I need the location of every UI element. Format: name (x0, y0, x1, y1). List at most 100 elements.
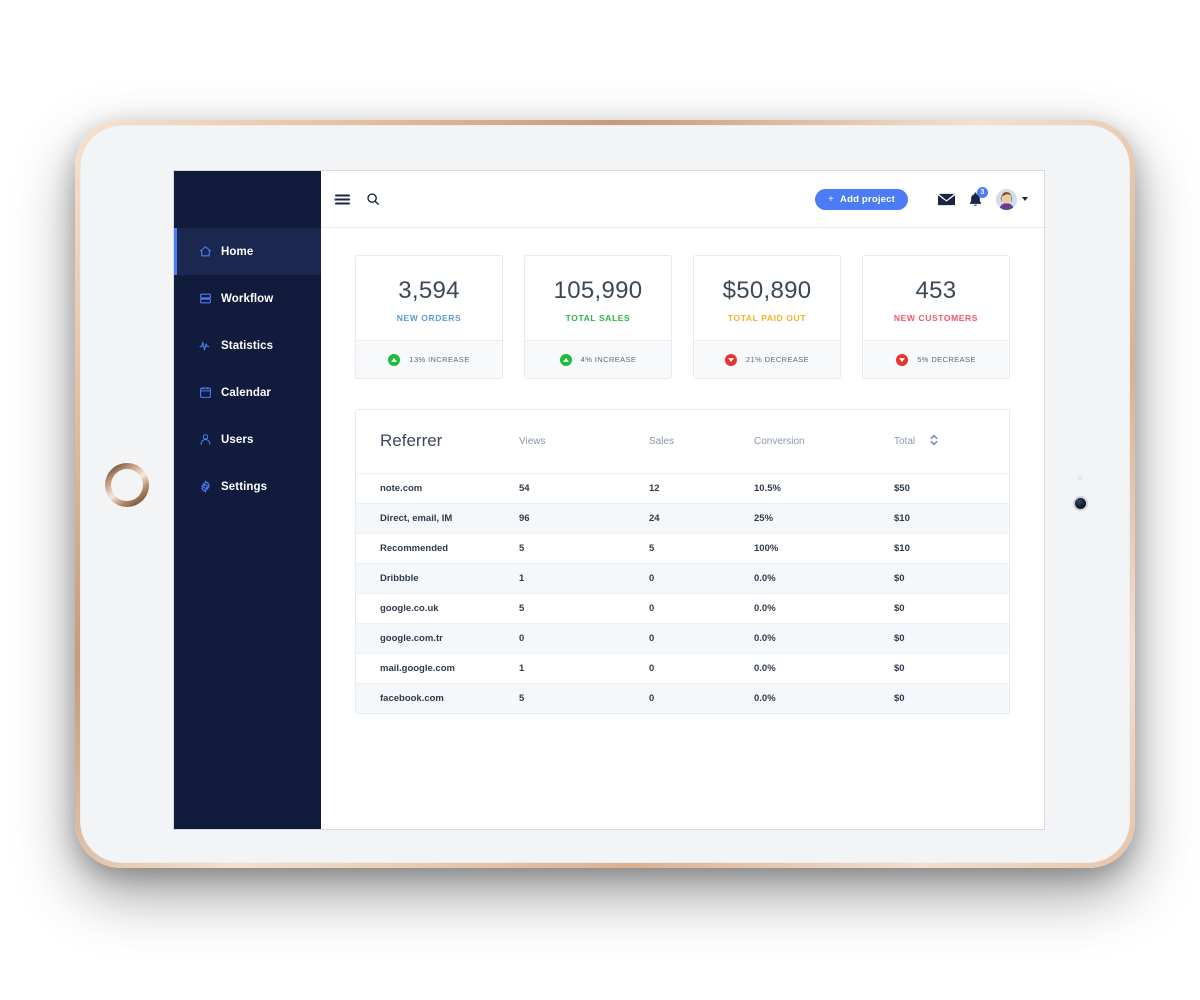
cell-referrer: google.co.uk (380, 602, 439, 614)
notification-badge: 3 (977, 186, 988, 198)
tablet-bezel: Home Workflow Statistics Calendar Users … (80, 125, 1130, 863)
trend-down-icon (724, 353, 737, 366)
stat-value: 3,594 (398, 277, 460, 304)
table-header-row: Referrer Views Sales Conversion Total (356, 410, 1009, 473)
cell-referrer: Direct, email, IM (380, 512, 453, 524)
calendar-icon (199, 386, 212, 399)
column-header-views[interactable]: Views (519, 410, 649, 473)
sidebar-item-label: Users (221, 433, 254, 446)
sidebar-item-statistics[interactable]: Statistics (174, 322, 321, 369)
avatar (996, 188, 1017, 210)
trend-down-icon (896, 353, 909, 366)
cell-conversion: 0.0% (754, 602, 776, 614)
ambient-light-sensor-icon (1077, 475, 1083, 481)
stat-card-total-paid-out: $50,890 TOTAL PAID OUT 21% DECREASE (693, 255, 841, 379)
avatar-menu[interactable] (996, 188, 1028, 210)
table-row[interactable]: note.com 54 12 10.5% $50 (356, 473, 1009, 503)
sidebar-brand (174, 171, 321, 228)
column-header-total[interactable]: Total (894, 410, 1009, 473)
cell-total: $10 (894, 542, 910, 554)
cell-referrer: note.com (380, 482, 423, 494)
collapse-menu-icon[interactable] (333, 193, 352, 206)
home-icon (199, 245, 212, 258)
trend-text: 5% DECREASE (917, 355, 976, 364)
table-row[interactable]: Direct, email, IM 96 24 25% $10 (356, 503, 1009, 533)
cell-views: 5 (519, 602, 525, 614)
cell-sales: 0 (649, 572, 655, 584)
plus-icon: + (827, 193, 835, 205)
add-project-button[interactable]: + Add project (814, 188, 908, 210)
screenshot-stage: Home Workflow Statistics Calendar Users … (0, 0, 1200, 1000)
cell-total: $10 (894, 512, 910, 524)
mail-icon[interactable] (938, 193, 955, 206)
table-row[interactable]: Dribbble 1 0 0.0% $0 (356, 563, 1009, 593)
users-icon (199, 433, 212, 446)
sort-updown-icon[interactable] (930, 434, 938, 449)
cell-sales: 12 (649, 482, 660, 494)
cell-referrer: google.com.tr (380, 632, 443, 644)
cell-sales: 24 (649, 512, 660, 524)
stat-card-body: 453 NEW CUSTOMERS (863, 256, 1009, 340)
cell-conversion: 0.0% (754, 572, 776, 584)
bell-icon[interactable]: 3 (969, 186, 988, 207)
sidebar-item-label: Workflow (221, 292, 274, 305)
cell-total: $0 (894, 602, 905, 614)
sidebar-item-calendar[interactable]: Calendar (174, 369, 321, 416)
workflow-icon (199, 292, 212, 305)
chevron-down-icon (1022, 197, 1028, 201)
cell-views: 54 (519, 482, 530, 494)
topbar-actions: 3 (938, 186, 1028, 210)
trend-text: 21% DECREASE (745, 355, 810, 364)
stat-card-body: $50,890 TOTAL PAID OUT (694, 256, 840, 340)
sidebar-item-settings[interactable]: Settings (174, 463, 321, 510)
stat-label: NEW CUSTOMERS (893, 313, 979, 323)
add-project-label: Add project (840, 193, 895, 205)
cell-total: $0 (894, 692, 905, 704)
cell-conversion: 25% (754, 512, 774, 524)
stat-card-body: 3,594 NEW ORDERS (356, 256, 502, 340)
dashboard-content: 3,594 NEW ORDERS 13% INCREASE 105,990 TO… (321, 228, 1044, 829)
cell-total: $50 (894, 482, 910, 494)
referrer-table: Referrer Views Sales Conversion Total no… (356, 410, 1009, 713)
settings-icon (199, 480, 212, 493)
stat-card-footer: 21% DECREASE (694, 340, 840, 378)
cell-sales: 5 (649, 542, 655, 554)
stat-value: 105,990 (553, 277, 643, 304)
sidebar-item-users[interactable]: Users (174, 416, 321, 463)
cell-conversion: 0.0% (754, 692, 776, 704)
stat-card-new-customers: 453 NEW CUSTOMERS 5% DECREASE (862, 255, 1010, 379)
sidebar: Home Workflow Statistics Calendar Users … (174, 171, 321, 829)
stat-label: TOTAL SALES (565, 313, 631, 323)
cell-total: $0 (894, 662, 905, 674)
stat-value: $50,890 (722, 277, 812, 304)
home-button[interactable] (105, 463, 149, 507)
stat-card-total-sales: 105,990 TOTAL SALES 4% INCREASE (524, 255, 672, 379)
table-row[interactable]: google.co.uk 5 0 0.0% $0 (356, 593, 1009, 623)
cell-conversion: 100% (754, 542, 779, 554)
trend-text: 4% INCREASE (580, 355, 637, 364)
cell-conversion: 10.5% (754, 482, 781, 494)
cell-sales: 0 (649, 692, 655, 704)
topbar: + Add project 3 (321, 171, 1044, 228)
cell-views: 0 (519, 632, 525, 644)
cell-total: $0 (894, 572, 905, 584)
sidebar-item-label: Home (221, 245, 254, 258)
referrer-table-card: Referrer Views Sales Conversion Total no… (355, 409, 1010, 714)
column-header-sales[interactable]: Sales (649, 410, 754, 473)
table-row[interactable]: google.com.tr 0 0 0.0% $0 (356, 623, 1009, 653)
search-icon[interactable] (366, 192, 380, 206)
table-body: note.com 54 12 10.5% $50 Direct, email, IM 96 2… (356, 473, 1009, 713)
cell-conversion: 0.0% (754, 632, 776, 644)
table-row[interactable]: mail.google.com 1 0 0.0% $0 (356, 653, 1009, 683)
sidebar-item-workflow[interactable]: Workflow (174, 275, 321, 322)
cell-referrer: Dribbble (380, 572, 419, 584)
table-row[interactable]: facebook.com 5 0 0.0% $0 (356, 683, 1009, 713)
sidebar-item-home[interactable]: Home (174, 228, 321, 275)
sidebar-item-label: Settings (221, 480, 268, 493)
table-row[interactable]: Recommended 5 5 100% $10 (356, 533, 1009, 563)
trend-up-icon (559, 353, 572, 366)
table-title: Referrer (380, 431, 443, 451)
tablet-device: Home Workflow Statistics Calendar Users … (75, 120, 1135, 868)
column-header-conversion[interactable]: Conversion (754, 410, 894, 473)
cell-views: 1 (519, 572, 525, 584)
